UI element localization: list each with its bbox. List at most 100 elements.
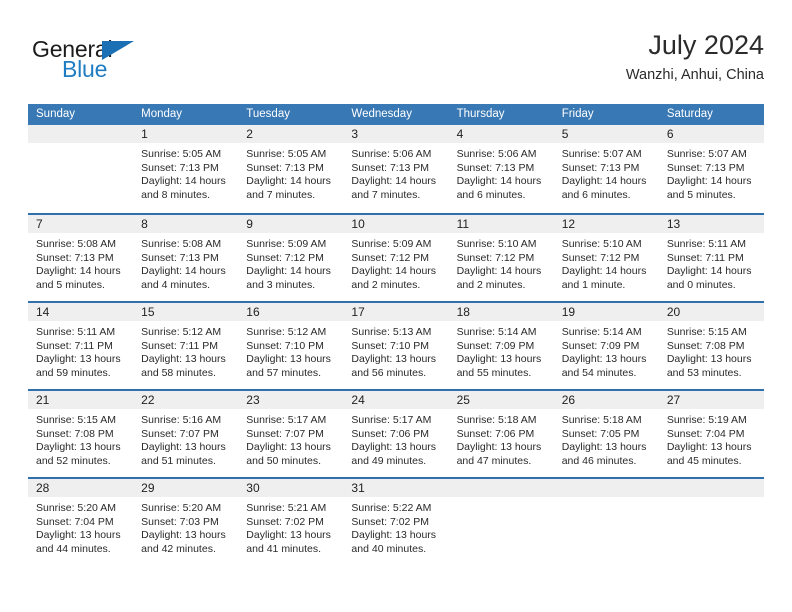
day-cell[interactable]: 23 Sunrise: 5:17 AM Sunset: 7:07 PM Dayligh…	[238, 391, 344, 477]
sunset-text: Sunset: 7:02 PM	[351, 515, 430, 528]
day-details: Sunrise: 5:12 AM Sunset: 7:11 PM Daylight:…	[133, 321, 238, 380]
page-title: July 2024	[648, 30, 764, 60]
day-cell[interactable]: 19 Sunrise: 5:14 AM Sunset: 7:09 PM Dayligh…	[553, 303, 659, 389]
sunset-text: Sunset: 7:10 PM	[246, 339, 324, 352]
sunrise-text: Sunrise: 5:07 AM	[561, 148, 642, 160]
day-details: Sunrise: 5:21 AM Sunset: 7:02 PM Daylight:…	[238, 497, 343, 556]
day-cell[interactable]: 6 Sunrise: 5:07 AM Sunset: 7:13 PM Daylight…	[658, 125, 764, 213]
day-number: 31	[343, 479, 449, 497]
day-number: 15	[133, 303, 239, 321]
day-number: 26	[553, 391, 659, 409]
day-details: Sunrise: 5:16 AM Sunset: 7:07 PM Daylight:…	[133, 409, 238, 468]
day-details: Sunrise: 5:05 AM Sunset: 7:13 PM Daylight:…	[133, 143, 238, 202]
day-cell[interactable]: 10 Sunrise: 5:09 AM Sunset: 7:12 PM Dayligh…	[343, 215, 449, 301]
day-cell[interactable]: 16 Sunrise: 5:12 AM Sunset: 7:10 PM Dayligh…	[238, 303, 344, 389]
sunrise-text: Sunrise: 5:11 AM	[666, 238, 747, 250]
daylight-text-line2: and 8 minutes.	[141, 188, 211, 201]
day-cell[interactable]: 31 Sunrise: 5:22 AM Sunset: 7:02 PM Dayligh…	[343, 479, 449, 565]
general-blue-logo: General Blue	[32, 36, 202, 90]
calendar-page: General Blue July 2024 Wanzhi, Anhui, Ch…	[0, 0, 792, 612]
day-cell[interactable]: 9 Sunrise: 5:09 AM Sunset: 7:12 PM Daylight…	[238, 215, 344, 301]
day-cell[interactable]: 28 Sunrise: 5:20 AM Sunset: 7:04 PM Dayligh…	[28, 479, 134, 565]
daylight-text-line2: and 52 minutes.	[36, 454, 111, 467]
daylight-text-line2: and 54 minutes.	[561, 366, 637, 379]
sunset-text: Sunset: 7:12 PM	[561, 251, 640, 264]
day-cell[interactable]: 18 Sunrise: 5:14 AM Sunset: 7:09 PM Dayligh…	[448, 303, 554, 389]
day-details: Sunrise: 5:08 AM Sunset: 7:13 PM Daylight:…	[28, 233, 133, 292]
daylight-text-line1: Daylight: 13 hours	[36, 353, 121, 366]
day-number: 8	[133, 215, 239, 233]
sunset-text: Sunset: 7:04 PM	[36, 515, 114, 528]
day-cell-empty	[553, 479, 659, 565]
day-details: Sunrise: 5:15 AM Sunset: 7:08 PM Daylight:…	[28, 409, 133, 468]
day-cell[interactable]: 2 Sunrise: 5:05 AM Sunset: 7:13 PM Daylight…	[238, 125, 344, 213]
daylight-text-line1: Daylight: 13 hours	[351, 529, 437, 542]
day-cell[interactable]: 21 Sunrise: 5:15 AM Sunset: 7:08 PM Dayligh…	[28, 391, 134, 477]
day-details: Sunrise: 5:14 AM Sunset: 7:09 PM Daylight:…	[449, 321, 554, 380]
day-cell[interactable]: 8 Sunrise: 5:08 AM Sunset: 7:13 PM Daylight…	[133, 215, 239, 301]
sunset-text: Sunset: 7:13 PM	[246, 161, 324, 174]
day-details: Sunrise: 5:12 AM Sunset: 7:10 PM Daylight:…	[238, 321, 343, 380]
sunset-text: Sunset: 7:12 PM	[246, 251, 324, 264]
day-cell[interactable]: 4 Sunrise: 5:06 AM Sunset: 7:13 PM Daylight…	[448, 125, 554, 213]
day-cell[interactable]: 26 Sunrise: 5:18 AM Sunset: 7:05 PM Dayligh…	[553, 391, 659, 477]
sunrise-text: Sunrise: 5:14 AM	[456, 326, 537, 338]
sunset-text: Sunset: 7:12 PM	[456, 251, 535, 264]
sunrise-text: Sunrise: 5:05 AM	[141, 148, 222, 160]
page-subtitle: Wanzhi, Anhui, China	[625, 67, 764, 83]
sunset-text: Sunset: 7:09 PM	[456, 339, 535, 352]
calendar-weeks: 1 Sunrise: 5:05 AM Sunset: 7:13 PM Daylight…	[28, 125, 764, 565]
day-cell[interactable]: 7 Sunrise: 5:08 AM Sunset: 7:13 PM Daylight…	[28, 215, 134, 301]
day-cell[interactable]: 25 Sunrise: 5:18 AM Sunset: 7:06 PM Dayligh…	[448, 391, 554, 477]
day-details: Sunrise: 5:06 AM Sunset: 7:13 PM Daylight:…	[343, 143, 448, 202]
sunrise-text: Sunrise: 5:10 AM	[561, 238, 642, 250]
day-number: 9	[238, 215, 344, 233]
sunset-text: Sunset: 7:13 PM	[141, 251, 219, 264]
day-cell[interactable]: 1 Sunrise: 5:05 AM Sunset: 7:13 PM Daylight…	[133, 125, 239, 213]
day-details: Sunrise: 5:22 AM Sunset: 7:02 PM Daylight:…	[343, 497, 448, 556]
daylight-text-line1: Daylight: 13 hours	[246, 529, 331, 542]
day-number: 25	[448, 391, 554, 409]
sunrise-text: Sunrise: 5:17 AM	[351, 414, 432, 426]
day-cell[interactable]: 15 Sunrise: 5:12 AM Sunset: 7:11 PM Dayligh…	[133, 303, 239, 389]
day-cell[interactable]: 12 Sunrise: 5:10 AM Sunset: 7:12 PM Dayligh…	[553, 215, 659, 301]
day-cell[interactable]: 20 Sunrise: 5:15 AM Sunset: 7:08 PM Dayligh…	[658, 303, 764, 389]
weekday-header-wednesday: Wednesday	[351, 108, 412, 120]
sunset-text: Sunset: 7:05 PM	[561, 427, 640, 440]
day-cell[interactable]: 14 Sunrise: 5:11 AM Sunset: 7:11 PM Dayligh…	[28, 303, 134, 389]
day-cell[interactable]: 13 Sunrise: 5:11 AM Sunset: 7:11 PM Dayligh…	[658, 215, 764, 301]
day-cell[interactable]: 22 Sunrise: 5:16 AM Sunset: 7:07 PM Dayligh…	[133, 391, 239, 477]
day-number: 13	[658, 215, 764, 233]
day-number: 23	[238, 391, 344, 409]
day-cell[interactable]: 27 Sunrise: 5:19 AM Sunset: 7:04 PM Dayligh…	[658, 391, 764, 477]
day-cell[interactable]: 5 Sunrise: 5:07 AM Sunset: 7:13 PM Daylight…	[553, 125, 659, 213]
daylight-text-line2: and 40 minutes.	[351, 542, 427, 555]
daylight-text-line1: Daylight: 14 hours	[351, 175, 437, 188]
daylight-text-line1: Daylight: 13 hours	[456, 353, 542, 366]
daylight-text-line1: Daylight: 13 hours	[141, 441, 226, 454]
day-number: 4	[448, 125, 554, 143]
day-cell[interactable]: 30 Sunrise: 5:21 AM Sunset: 7:02 PM Dayligh…	[238, 479, 344, 565]
daylight-text-line2: and 7 minutes.	[246, 188, 316, 201]
sunset-text: Sunset: 7:07 PM	[246, 427, 324, 440]
weekday-header-row: Sunday Monday Tuesday Wednesday Thursday Frid…	[28, 104, 764, 125]
day-number: 29	[133, 479, 239, 497]
sunrise-text: Sunrise: 5:07 AM	[666, 148, 747, 160]
day-number: 14	[28, 303, 134, 321]
sunrise-text: Sunrise: 5:08 AM	[36, 238, 116, 250]
weekday-header-friday: Friday	[561, 108, 594, 120]
daylight-text-line2: and 6 minutes.	[456, 188, 526, 201]
daylight-text-line1: Daylight: 14 hours	[141, 175, 226, 188]
day-cell[interactable]: 24 Sunrise: 5:17 AM Sunset: 7:06 PM Dayligh…	[343, 391, 449, 477]
daylight-text-line2: and 2 minutes.	[456, 278, 526, 291]
daylight-text-line2: and 56 minutes.	[351, 366, 427, 379]
logo-text-blue: Blue	[62, 56, 108, 82]
day-cell[interactable]: 29 Sunrise: 5:20 AM Sunset: 7:03 PM Dayligh…	[133, 479, 239, 565]
day-cell[interactable]: 17 Sunrise: 5:13 AM Sunset: 7:10 PM Dayligh…	[343, 303, 449, 389]
day-cell[interactable]: 11 Sunrise: 5:10 AM Sunset: 7:12 PM Dayligh…	[448, 215, 554, 301]
day-details: Sunrise: 5:06 AM Sunset: 7:13 PM Daylight:…	[449, 143, 554, 202]
daylight-text-line2: and 5 minutes.	[36, 278, 105, 291]
sunrise-text: Sunrise: 5:16 AM	[141, 414, 222, 426]
day-details: Sunrise: 5:11 AM Sunset: 7:11 PM Daylight:…	[659, 233, 764, 292]
day-cell[interactable]: 3 Sunrise: 5:06 AM Sunset: 7:13 PM Daylight…	[343, 125, 449, 213]
